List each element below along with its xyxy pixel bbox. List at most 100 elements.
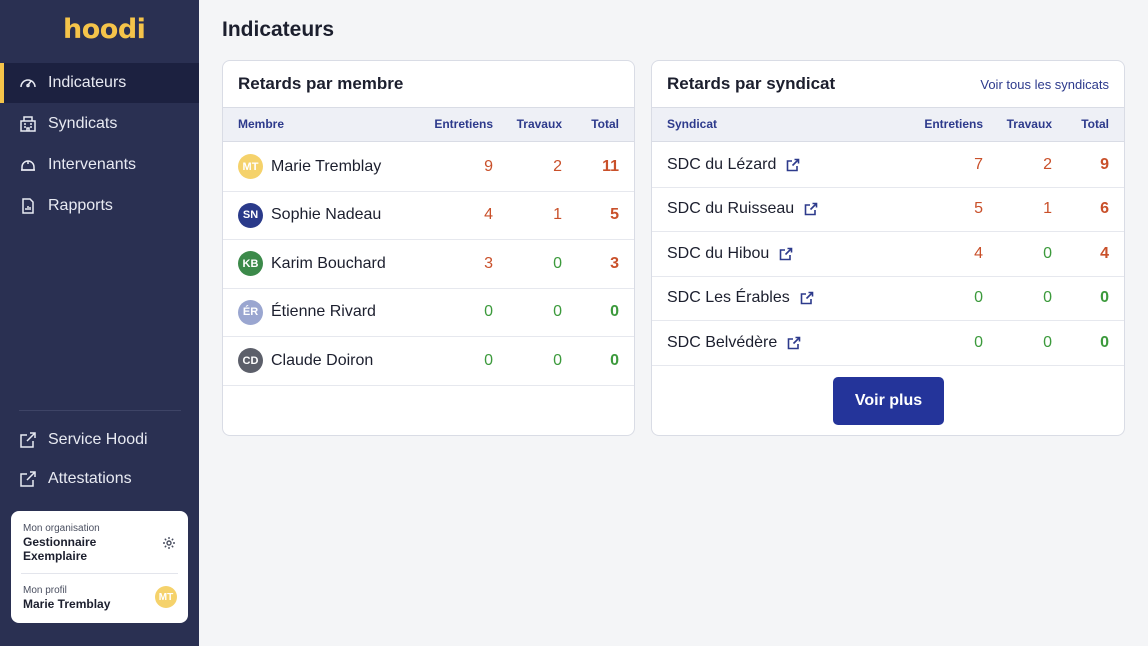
entretiens-value: 4	[484, 206, 493, 224]
sidebar-item-intervenants[interactable]: Intervenants	[0, 145, 199, 185]
total-value: 11	[602, 157, 619, 175]
avatar: CD	[238, 348, 263, 374]
total-value: 0	[1100, 333, 1109, 351]
sidebar: hoodi Indicateurs Syndicats Intervenants…	[0, 0, 199, 646]
column-header-travaux: Travaux	[1006, 117, 1052, 131]
table-row[interactable]: SDC du Hibou 4 0 4	[652, 232, 1124, 277]
table-header: Syndicat Entretiens Travaux Total	[652, 107, 1124, 142]
external-link-icon[interactable]	[804, 202, 818, 216]
syndicate-name[interactable]: SDC du Ruisseau	[667, 200, 794, 218]
external-link-icon[interactable]	[779, 247, 793, 261]
syndicate-name[interactable]: SDC du Hibou	[667, 245, 769, 263]
page-title: Indicateurs	[222, 18, 335, 41]
sidebar-item-label: Rapports	[48, 197, 113, 214]
syndicate-cell[interactable]: SDC du Hibou	[667, 232, 793, 276]
sidebar-link-label: Service Hoodi	[48, 431, 148, 448]
external-link-icon	[19, 470, 37, 488]
external-link-icon[interactable]	[787, 336, 801, 350]
sidebar-item-rapports[interactable]: Rapports	[0, 186, 199, 226]
sidebar-link-service-hoodi[interactable]: Service Hoodi	[0, 420, 199, 460]
member-name: Karim Bouchard	[271, 254, 386, 272]
table-row[interactable]: MT Marie Tremblay 9 2 11	[223, 143, 634, 192]
organization-separator	[21, 573, 178, 574]
travaux-value: 0	[553, 351, 562, 369]
syndicate-cell[interactable]: SDC Belvédère	[667, 321, 801, 365]
column-header-total: Total	[1081, 117, 1109, 131]
sidebar-item-indicateurs[interactable]: Indicateurs	[0, 63, 199, 103]
table-row[interactable]: ÉR Étienne Rivard 0 0 0	[223, 289, 634, 337]
hoodi-logo[interactable]: hoodi	[63, 14, 146, 46]
column-header-total: Total	[591, 117, 619, 131]
member-name: Sophie Nadeau	[271, 206, 382, 224]
members-delay-card: Retards par membre Membre Entretiens Tra…	[222, 60, 635, 436]
column-header-membre: Membre	[238, 117, 285, 131]
table-row[interactable]: CD Claude Doiron 0 0 0	[223, 337, 634, 386]
total-value: 5	[610, 206, 619, 224]
table-header: Membre Entretiens Travaux Total	[223, 107, 634, 142]
entretiens-value: 0	[484, 351, 493, 369]
total-value: 0	[1100, 289, 1109, 307]
member-cell: MT Marie Tremblay	[238, 143, 381, 191]
sidebar-link-attestations[interactable]: Attestations	[0, 459, 199, 499]
syndicate-cell[interactable]: SDC du Lézard	[667, 143, 800, 187]
avatar: ÉR	[238, 299, 263, 325]
total-value: 0	[610, 351, 619, 369]
card-header: Retards par syndicat Voir tous les syndi…	[652, 61, 1124, 107]
syndicate-name[interactable]: SDC Les Érables	[667, 289, 790, 307]
syndicate-cell[interactable]: SDC du Ruisseau	[667, 188, 818, 232]
gear-icon[interactable]	[162, 536, 176, 550]
travaux-value: 2	[553, 157, 562, 175]
member-cell: SN Sophie Nadeau	[238, 192, 381, 240]
card-title: Retards par syndicat	[667, 74, 836, 93]
external-link-icon[interactable]	[800, 291, 814, 305]
syndicate-cell[interactable]: SDC Les Érables	[667, 277, 814, 321]
entretiens-value: 0	[484, 303, 493, 321]
total-value: 9	[1100, 155, 1109, 173]
travaux-value: 2	[1043, 155, 1052, 173]
sidebar-item-label: Indicateurs	[48, 74, 127, 91]
table-row[interactable]: SDC Belvédère 0 0 0	[652, 321, 1124, 366]
total-value: 0	[610, 303, 619, 321]
table-row[interactable]: SDC du Lézard 7 2 9	[652, 143, 1124, 188]
travaux-value: 0	[1043, 333, 1052, 351]
worker-icon	[19, 156, 37, 174]
column-header-entretiens: Entretiens	[924, 117, 983, 131]
travaux-value: 0	[1043, 289, 1052, 307]
report-icon	[19, 197, 37, 215]
avatar[interactable]: MT	[155, 586, 177, 608]
see-more-button[interactable]: Voir plus	[833, 377, 944, 425]
gauge-icon	[19, 74, 37, 92]
entretiens-value: 4	[974, 244, 983, 262]
building-icon	[19, 115, 37, 133]
table-row[interactable]: SN Sophie Nadeau 4 1 5	[223, 192, 634, 240]
logo-text: hoodi	[63, 14, 146, 45]
see-all-syndicates-link[interactable]: Voir tous les syndicats	[980, 77, 1109, 92]
profile-caption: Mon profil	[23, 585, 67, 596]
member-name: Marie Tremblay	[271, 157, 382, 175]
syndicate-name[interactable]: SDC Belvédère	[667, 334, 777, 352]
member-cell: KB Karim Bouchard	[238, 240, 386, 288]
profile-section[interactable]: Mon profil Marie Tremblay	[23, 584, 176, 611]
syndicates-delay-card: Retards par syndicat Voir tous les syndi…	[651, 60, 1125, 436]
column-header-travaux: Travaux	[516, 117, 562, 131]
total-value: 4	[1100, 244, 1109, 262]
member-name: Claude Doiron	[271, 351, 374, 369]
travaux-value: 0	[553, 303, 562, 321]
table-row[interactable]: SDC Les Érables 0 0 0	[652, 277, 1124, 321]
entretiens-value: 9	[484, 157, 493, 175]
organization-name: Gestionnaire Exemplaire	[23, 535, 97, 563]
external-link-icon[interactable]	[786, 158, 800, 172]
total-value: 3	[610, 254, 619, 272]
avatar: MT	[238, 154, 263, 180]
profile-name: Marie Tremblay	[23, 597, 111, 611]
table-row[interactable]: KB Karim Bouchard 3 0 3	[223, 240, 634, 289]
syndicate-name[interactable]: SDC du Lézard	[667, 156, 776, 174]
column-header-syndicat: Syndicat	[667, 117, 718, 131]
travaux-value: 1	[1043, 200, 1052, 218]
sidebar-link-label: Attestations	[48, 470, 132, 487]
sidebar-divider	[19, 410, 181, 411]
sidebar-item-syndicats[interactable]: Syndicats	[0, 104, 199, 144]
table-row[interactable]: SDC du Ruisseau 5 1 6	[652, 188, 1124, 232]
avatar: KB	[238, 251, 263, 277]
organization-section[interactable]: Mon organisation Gestionnaire Exemplaire	[23, 522, 176, 563]
